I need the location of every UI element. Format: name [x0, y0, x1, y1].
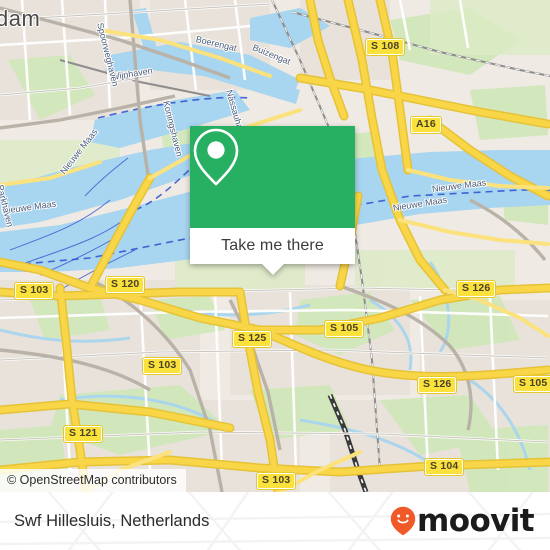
road-shield[interactable]: S 108 — [364, 38, 406, 56]
callout-tail — [262, 264, 284, 275]
callout-header — [190, 126, 355, 228]
osm-attribution[interactable]: © OpenStreetMap contributors — [0, 469, 186, 492]
moovit-logo[interactable]: moovit — [390, 492, 535, 550]
road-shield[interactable]: S 105 — [323, 320, 365, 338]
moovit-wordmark: moovit — [417, 502, 535, 539]
road-shield[interactable]: S 103 — [255, 472, 297, 490]
road-shield[interactable]: S 104 — [423, 458, 465, 476]
moovit-pin-icon — [390, 506, 416, 536]
road-shield[interactable]: S 126 — [455, 280, 497, 298]
road-shield[interactable]: S 105 — [512, 375, 550, 393]
road-shield[interactable]: A16 — [410, 116, 442, 134]
map-pin-icon — [193, 128, 239, 186]
take-me-there-label: Take me there — [221, 237, 324, 254]
callout-body[interactable]: Take me there — [190, 228, 355, 264]
footer-bar: Swf Hillesluis, Netherlands moovit — [0, 492, 550, 550]
map-screenshot: dam Nieuwe Maas Nieuwe Maas Nieuwe Maas … — [0, 0, 550, 550]
map-canvas[interactable]: dam Nieuwe Maas Nieuwe Maas Nieuwe Maas … — [0, 0, 550, 492]
place-title: Swf Hillesluis, Netherlands — [14, 512, 210, 530]
road-shield[interactable]: S 103 — [13, 282, 55, 300]
road-shield[interactable]: S 125 — [231, 330, 273, 348]
road-shield[interactable]: S 126 — [416, 376, 458, 394]
map-callout-card[interactable]: Take me there — [190, 126, 355, 275]
road-shield[interactable]: S 120 — [104, 276, 146, 294]
road-shield[interactable]: S 103 — [141, 357, 183, 375]
road-shield[interactable]: S 121 — [62, 425, 104, 443]
